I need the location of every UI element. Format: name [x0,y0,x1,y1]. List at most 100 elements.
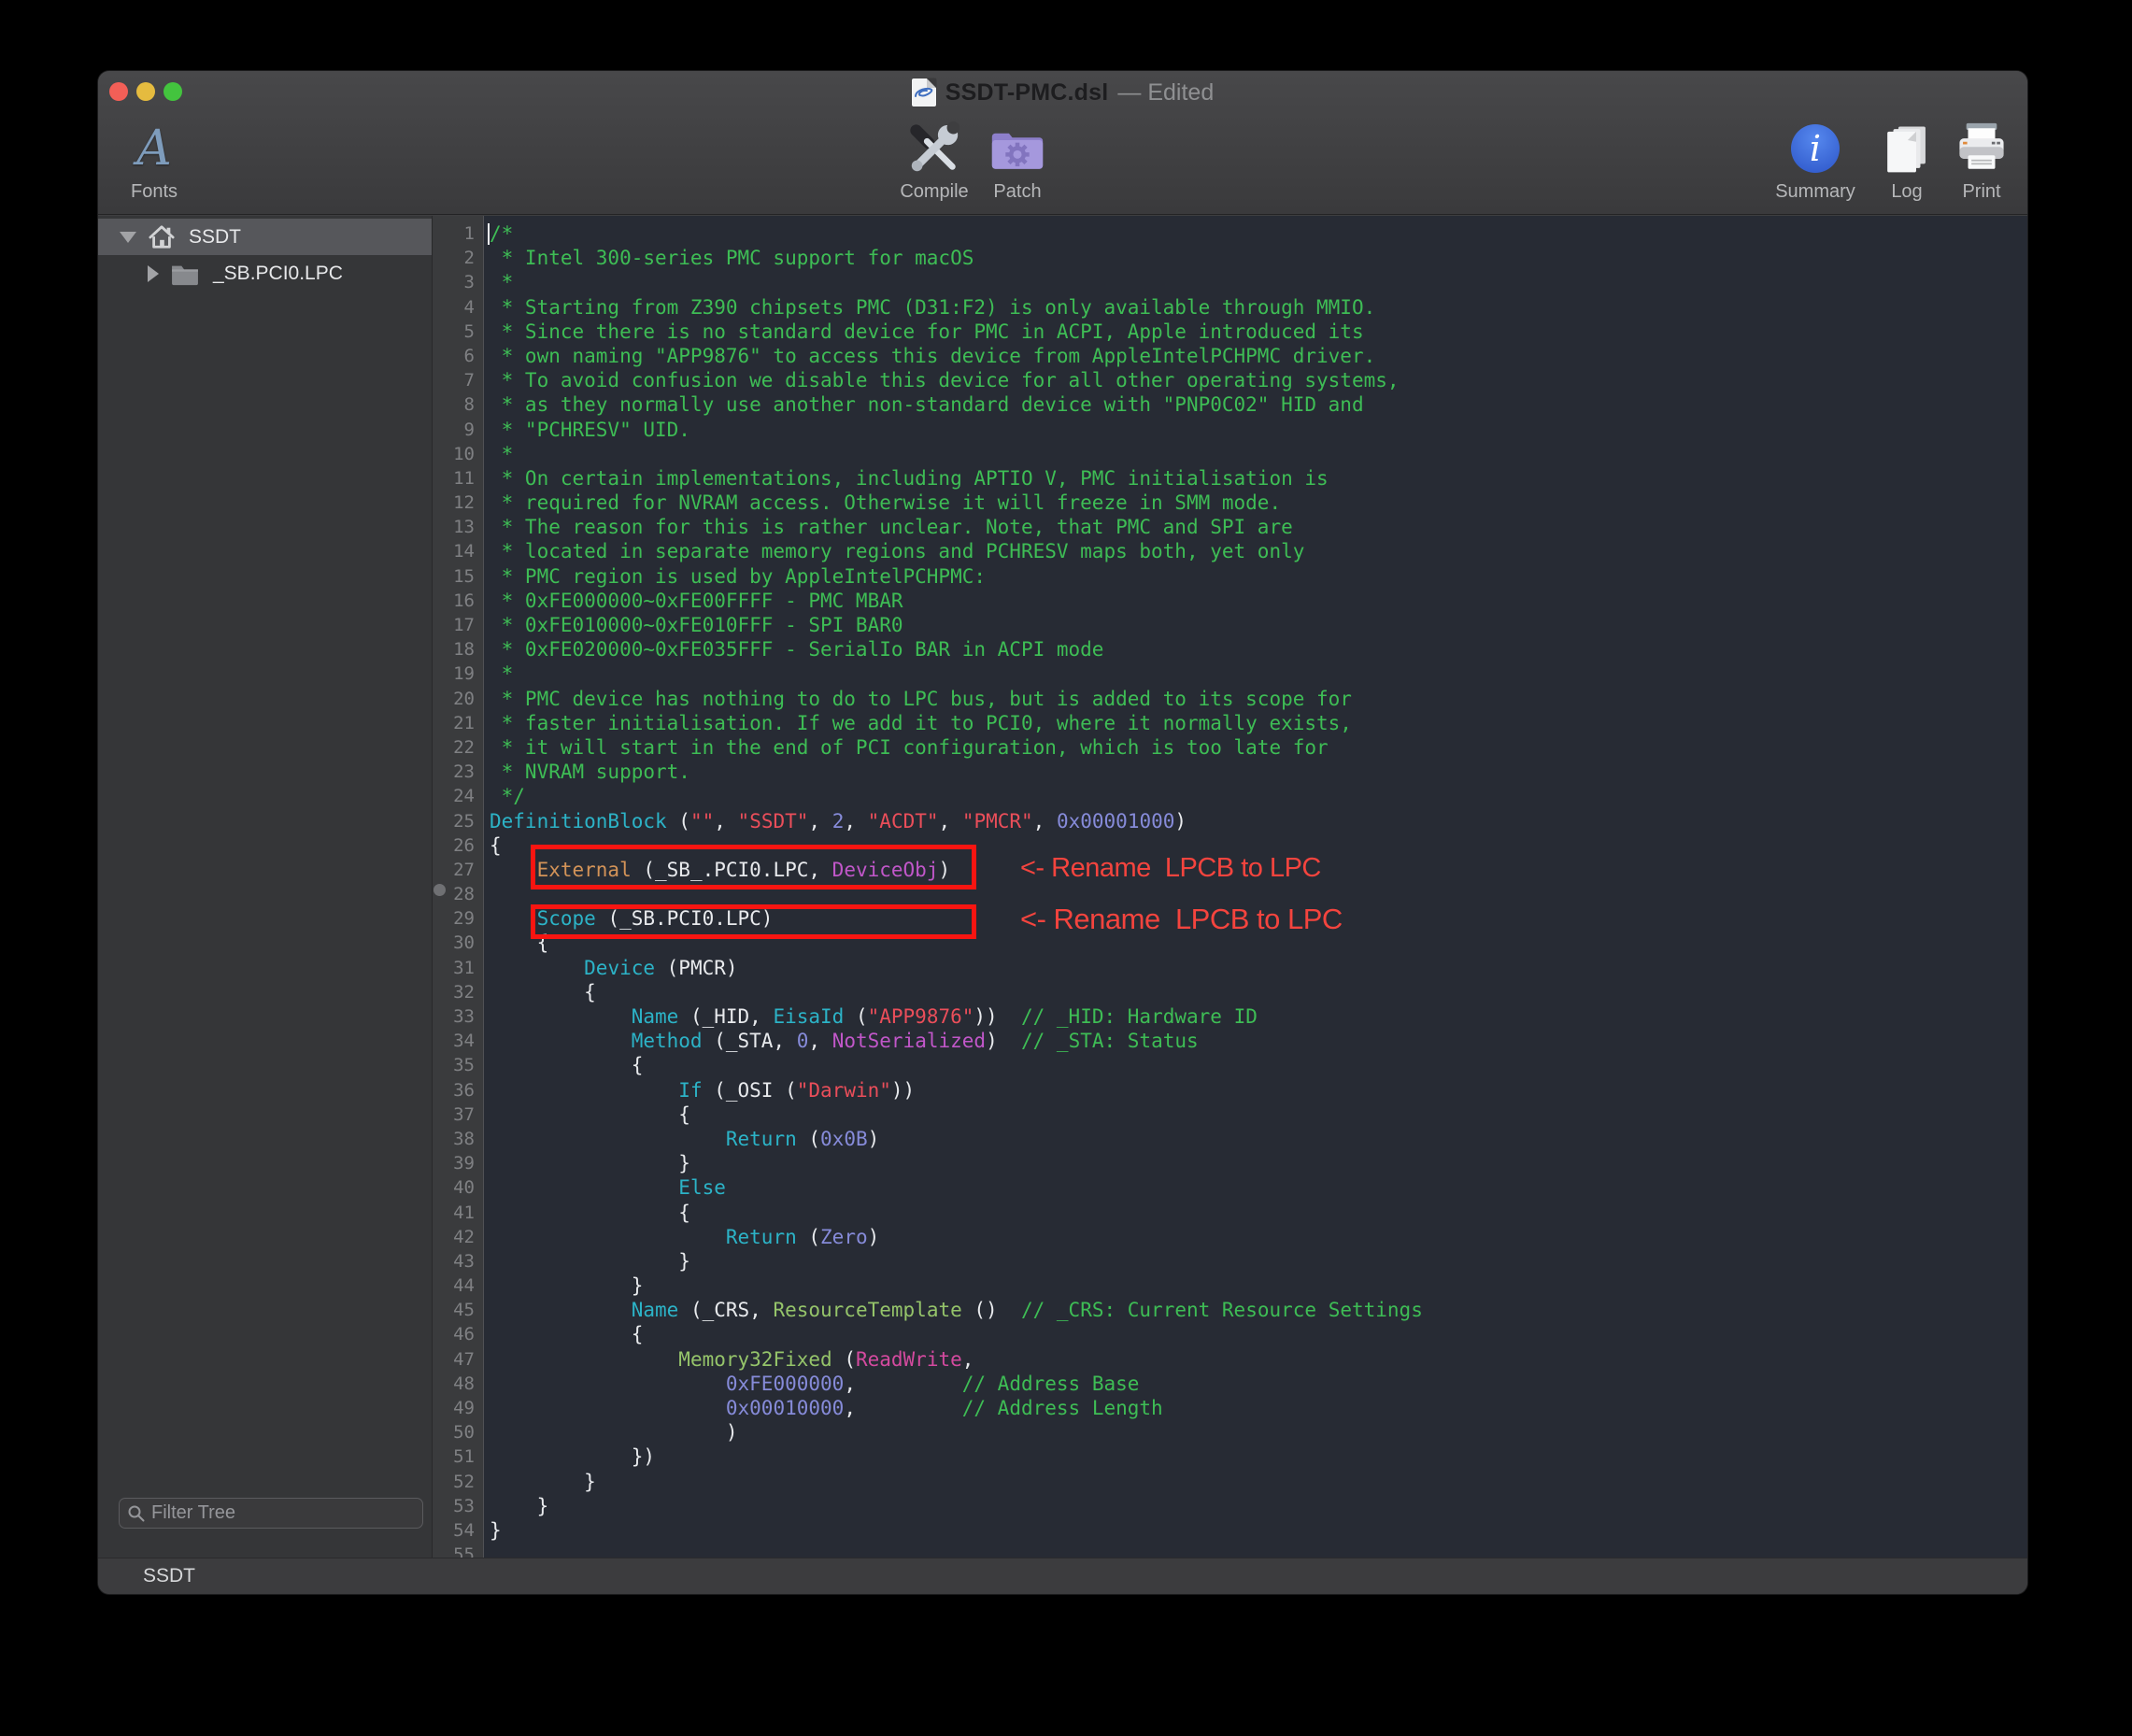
line-number: 25 [433,809,483,833]
line-number: 47 [433,1347,483,1372]
line-number: 17 [433,613,483,637]
code-line: * Starting from Z390 chipsets PMC (D31:F… [490,295,2027,320]
line-number: 33 [433,1004,483,1029]
window-title-edited: — Edited [1117,79,1214,107]
line-number: 14 [433,539,483,563]
code-line: * located in separate memory regions and… [490,539,2027,563]
code-line: } [490,1470,2027,1494]
folder-icon [170,262,200,286]
log-button[interactable]: Log [1869,119,1944,203]
code-line: * it will start in the end of PCI config… [490,735,2027,760]
code-line: Name (_HID, EisaId ("APP9876")) // _HID:… [490,1004,2027,1029]
code-line: Else [490,1175,2027,1200]
line-number: 29 [433,906,483,931]
line-number: 34 [433,1029,483,1053]
code-line: * required for NVRAM access. Otherwise i… [490,491,2027,515]
patch-button[interactable]: Patch [975,119,1059,203]
line-number: 35 [433,1053,483,1077]
log-label: Log [1891,181,1922,203]
line-number: 23 [433,760,483,784]
code-line: Device (PMCR) [490,956,2027,980]
code-line: /* [490,221,2027,246]
search-icon [127,1504,146,1523]
line-number: 5 [433,320,483,344]
code-line: * [490,270,2027,294]
document-icon[interactable] [912,78,936,107]
code-line: { [490,1103,2027,1127]
line-number: 41 [433,1201,483,1225]
code-line: Return (Zero) [490,1225,2027,1249]
line-number: 42 [433,1225,483,1249]
line-number: 46 [433,1322,483,1346]
code-line: Memory32Fixed (ReadWrite, [490,1347,2027,1372]
line-number: 3 [433,270,483,294]
line-number: 40 [433,1175,483,1200]
line-number: 16 [433,589,483,613]
filter-placeholder: Filter Tree [151,1502,235,1524]
code-line: 0x00010000, // Address Length [490,1396,2027,1420]
code-line: { [490,1201,2027,1225]
line-number: 51 [433,1444,483,1469]
line-number: 4 [433,295,483,320]
annotation-box-1 [531,845,976,889]
code-line: * Intel 300-series PMC support for macOS [490,246,2027,270]
code-line: } [490,1494,2027,1518]
line-number: 11 [433,466,483,491]
code-line: * faster initialisation. If we add it to… [490,711,2027,735]
app-window: SSDT-PMC.dsl — Edited A Fonts [98,71,2027,1594]
code-line: * [490,442,2027,466]
line-number: 20 [433,687,483,711]
code-editor[interactable]: /* * Intel 300-series PMC support for ma… [484,216,2027,1558]
sidebar-item-ssdt[interactable]: SSDT [98,219,432,255]
code-line: * 0xFE010000~0xFE010FFF - SPI BAR0 [490,613,2027,637]
code-line: * PMC region is used by AppleIntelPCHPMC… [490,564,2027,589]
code-line: } [490,1151,2027,1175]
text-caret [488,223,490,245]
line-number: 18 [433,637,483,662]
status-text: SSDT [143,1565,195,1587]
print-button[interactable]: Print [1940,119,2024,203]
code-line: ) [490,1420,2027,1444]
line-number: 45 [433,1298,483,1322]
annotation-text-1: <- Rename LPCB to LPC [1020,853,1321,884]
log-icon [1880,119,1934,178]
line-number: 30 [433,931,483,955]
disclosure-right-icon[interactable] [148,265,159,282]
code-line: Name (_CRS, ResourceTemplate () // _CRS:… [490,1298,2027,1322]
fonts-button[interactable]: A Fonts [112,119,196,203]
code-line: */ [490,784,2027,808]
code-line: * 0xFE020000~0xFE035FFF - SerialIo BAR i… [490,637,2027,662]
code-line: * [490,662,2027,686]
line-number: 49 [433,1396,483,1420]
code-line: { [490,1322,2027,1346]
code-line: Return (0x0B) [490,1127,2027,1151]
line-number: 24 [433,784,483,808]
line-number: 52 [433,1470,483,1494]
line-number: 2 [433,246,483,270]
disclosure-down-icon[interactable] [120,232,136,243]
code-line: * The reason for this is rather unclear.… [490,515,2027,539]
sidebar-item-label: _SB.PCI0.LPC [213,263,343,285]
filter-tree-input[interactable]: Filter Tree [119,1498,423,1529]
info-icon: i [1791,124,1840,173]
line-number: 54 [433,1518,483,1543]
summary-button[interactable]: i Summary [1759,119,1871,203]
compile-button[interactable]: Compile [878,119,990,203]
code-line [490,1543,2027,1558]
line-number: 21 [433,711,483,735]
line-number: 50 [433,1420,483,1444]
annotation-box-2 [531,904,976,939]
line-number: 22 [433,735,483,760]
line-number: 12 [433,491,483,515]
code-line: * On certain implementations, including … [490,466,2027,491]
code-line: * PMC device has nothing to do to LPC bu… [490,687,2027,711]
code-line: * "PCHRESV" UID. [490,418,2027,442]
code-line: * To avoid confusion we disable this dev… [490,368,2027,392]
print-icon [1954,119,2009,178]
line-number: 9 [433,418,483,442]
line-number: 53 [433,1494,483,1518]
compile-icon [905,119,963,178]
code-line: * 0xFE000000~0xFE00FFFF - PMC MBAR [490,589,2027,613]
line-number: 32 [433,980,483,1004]
sidebar-item-sb-pci0-lpc[interactable]: _SB.PCI0.LPC [98,255,432,292]
